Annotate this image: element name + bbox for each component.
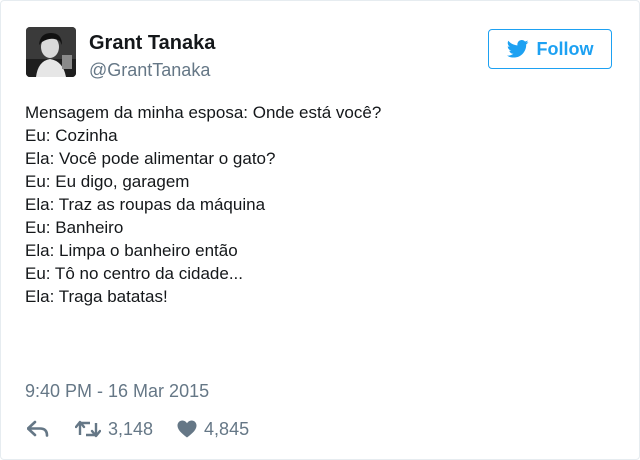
tweet-line: Ela: Traz as roupas da máquina [25, 195, 266, 214]
like-button[interactable]: 4,845 [177, 419, 249, 440]
heart-icon [177, 420, 197, 438]
tweet-line: Eu: Banheiro [25, 218, 124, 237]
tweet-actions: 3,148 4,845 [27, 416, 249, 442]
retweet-icon [75, 420, 101, 438]
bird-icon [506, 40, 528, 58]
tweet-line: Ela: Você pode alimentar o gato? [25, 149, 276, 168]
user-handle[interactable]: @GrantTanaka [89, 59, 210, 81]
tweet-card: Grant Tanaka @GrantTanaka Follow Mensage… [0, 0, 640, 460]
reply-button[interactable] [27, 420, 49, 438]
profile-photo [26, 27, 76, 77]
tweet-line: Mensagem da minha esposa: Onde está você… [25, 103, 382, 122]
follow-button-label: Follow [536, 38, 594, 59]
avatar[interactable] [26, 27, 76, 77]
tweet-timestamp[interactable]: 9:40 PM - 16 Mar 2015 [25, 379, 209, 403]
tweet-line: Ela: Traga batatas! [25, 287, 168, 306]
like-count: 4,845 [204, 418, 250, 439]
tweet-line: Eu: Cozinha [25, 126, 118, 145]
user-name[interactable]: Grant Tanaka [89, 31, 215, 55]
tweet-line: Eu: Eu digo, garagem [25, 172, 190, 191]
retweet-button[interactable]: 3,148 [75, 419, 153, 440]
follow-button[interactable]: Follow [488, 29, 612, 69]
reply-icon [27, 420, 49, 437]
tweet-line: Ela: Limpa o banheiro então [25, 241, 238, 260]
retweet-count: 3,148 [108, 418, 154, 439]
tweet-text: Mensagem da minha esposa: Onde está você… [25, 101, 615, 308]
tweet-line: Eu: Tô no centro da cidade... [25, 264, 243, 283]
